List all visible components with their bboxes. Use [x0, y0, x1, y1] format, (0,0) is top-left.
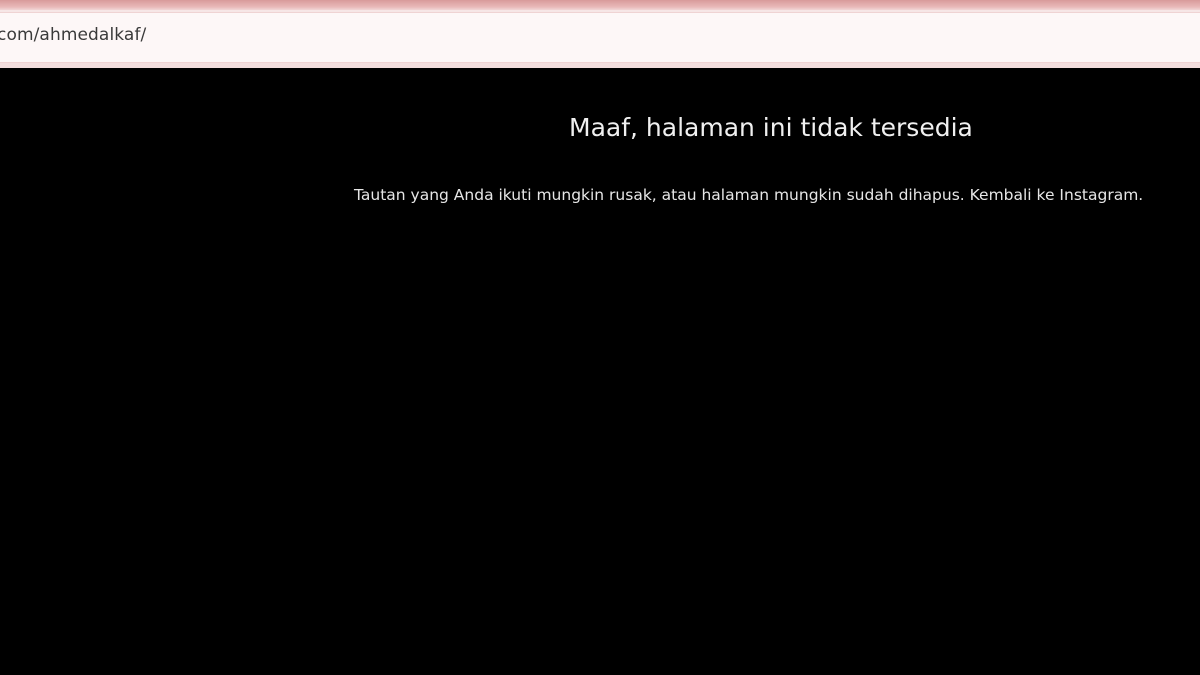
error-message-text: Tautan yang Anda ikuti mungkin rusak, at…: [354, 186, 970, 204]
url-text[interactable]: com/ahmedalkaf/: [0, 25, 146, 45]
back-to-instagram-link[interactable]: Kembali ke Instagram.: [970, 186, 1144, 204]
error-message: Tautan yang Anda ikuti mungkin rusak, at…: [354, 186, 1143, 204]
address-bar[interactable]: com/ahmedalkaf/: [0, 12, 1200, 63]
browser-chrome: com/ahmedalkaf/: [0, 0, 1200, 68]
error-title: Maaf, halaman ini tidak tersedia: [569, 113, 973, 142]
page-content: Maaf, halaman ini tidak tersedia Tautan …: [0, 68, 1200, 675]
tab-strip: [0, 0, 1200, 10]
